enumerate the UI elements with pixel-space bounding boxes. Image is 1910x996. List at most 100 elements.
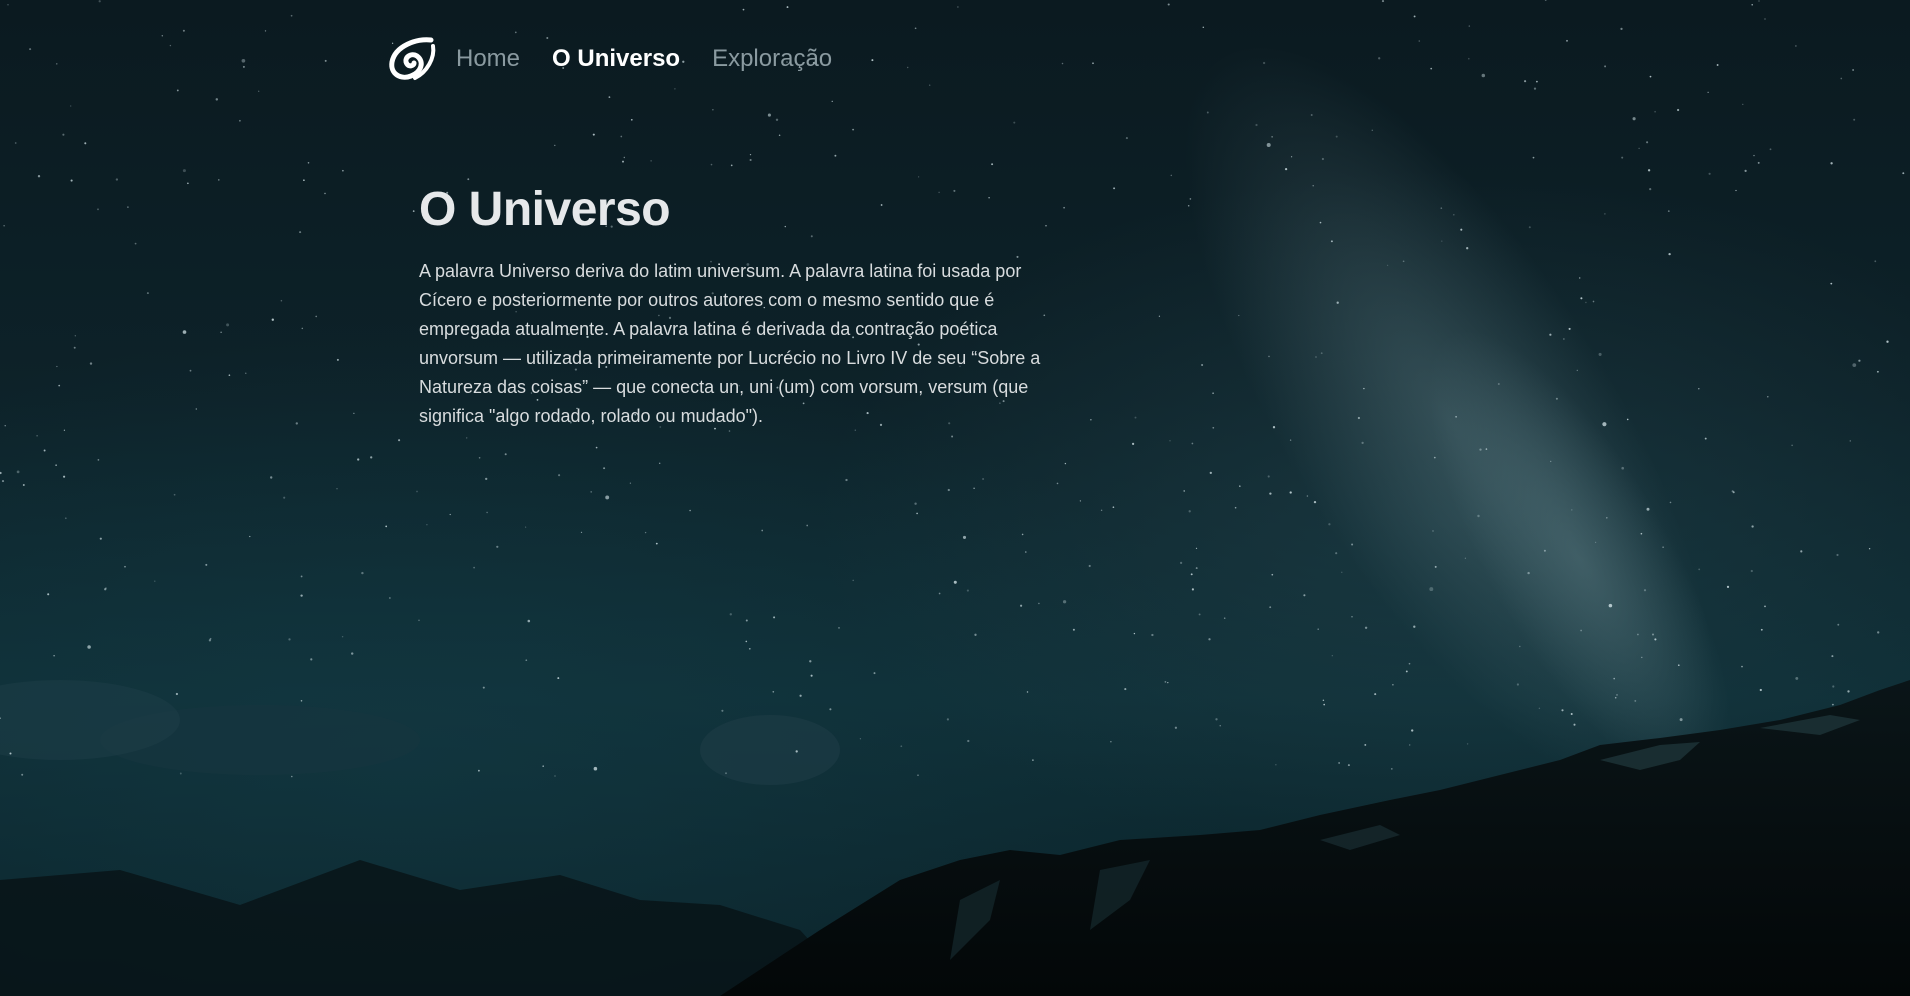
star <box>1585 301 1587 304</box>
star <box>938 592 941 595</box>
star <box>554 144 556 147</box>
star <box>1760 628 1763 631</box>
main-navigation: Home O Universo Exploração <box>386 32 864 86</box>
star <box>1621 466 1624 470</box>
star <box>1206 111 1209 114</box>
star <box>1632 117 1636 121</box>
star <box>449 513 451 516</box>
star <box>1698 568 1701 571</box>
star <box>1062 600 1067 604</box>
swirl-logo-icon[interactable] <box>386 35 438 83</box>
star <box>962 535 967 539</box>
star <box>169 44 172 47</box>
star <box>176 89 179 92</box>
star <box>786 6 789 9</box>
star <box>1323 703 1325 706</box>
star <box>187 182 189 185</box>
star <box>418 619 420 622</box>
star <box>1568 327 1571 330</box>
star <box>623 156 625 159</box>
star <box>412 210 415 212</box>
star <box>195 408 197 410</box>
star <box>1704 437 1707 440</box>
star <box>1637 633 1639 636</box>
star <box>1646 507 1650 511</box>
star <box>324 192 326 195</box>
star <box>1158 315 1161 317</box>
star <box>1262 61 1266 65</box>
star <box>182 169 186 173</box>
star <box>1402 260 1405 263</box>
nav-link-o-universo[interactable]: O Universo <box>552 45 680 73</box>
star <box>104 588 107 591</box>
star <box>1466 743 1469 745</box>
star <box>710 163 713 166</box>
star <box>182 330 187 334</box>
star <box>486 511 488 514</box>
star <box>1795 45 1797 47</box>
star <box>906 66 909 69</box>
star <box>1061 62 1064 65</box>
star <box>1110 741 1112 743</box>
star <box>1750 569 1753 573</box>
star <box>1378 57 1381 60</box>
star <box>1874 260 1877 263</box>
star <box>1238 314 1240 317</box>
star <box>300 594 303 597</box>
star <box>1310 114 1313 116</box>
star <box>1289 491 1292 494</box>
nav-link-home[interactable]: Home <box>456 45 520 73</box>
star <box>1112 506 1115 509</box>
star <box>21 773 24 776</box>
star <box>916 512 918 515</box>
star <box>1331 655 1333 657</box>
background-scene: Home O Universo Exploração O Universo A … <box>0 0 1910 996</box>
star <box>7 4 9 6</box>
star <box>283 496 286 499</box>
star <box>1544 0 1547 2</box>
star <box>1598 352 1602 356</box>
star <box>1877 631 1880 634</box>
star <box>1573 723 1576 726</box>
star <box>353 412 355 414</box>
star <box>1832 685 1835 688</box>
star <box>748 647 751 650</box>
star <box>1858 359 1861 362</box>
star <box>1830 162 1833 165</box>
star <box>47 593 50 596</box>
star <box>1212 426 1215 429</box>
star <box>917 774 919 777</box>
star <box>1764 18 1766 20</box>
star <box>799 694 802 697</box>
star <box>773 616 776 619</box>
star <box>74 335 76 337</box>
star <box>650 160 652 162</box>
star <box>730 164 733 167</box>
star <box>63 429 66 431</box>
star <box>1757 161 1760 164</box>
star <box>929 84 931 86</box>
star <box>1566 39 1568 42</box>
star <box>1133 632 1136 635</box>
star <box>1190 573 1193 576</box>
star <box>271 318 274 321</box>
star <box>620 135 623 138</box>
star <box>1853 118 1856 121</box>
star <box>1654 638 1657 641</box>
star <box>1481 73 1486 78</box>
star <box>239 119 241 122</box>
star <box>1328 523 1331 526</box>
star <box>767 113 771 117</box>
star <box>712 109 714 111</box>
star <box>182 29 185 32</box>
star <box>1876 370 1879 373</box>
star <box>1338 762 1340 764</box>
nav-link-exploracao[interactable]: Exploração <box>712 45 832 73</box>
star <box>351 652 354 655</box>
star <box>1455 415 1457 418</box>
star <box>1021 533 1024 536</box>
star <box>644 531 647 534</box>
star <box>1769 148 1772 151</box>
star <box>991 163 994 166</box>
star <box>1351 543 1354 546</box>
